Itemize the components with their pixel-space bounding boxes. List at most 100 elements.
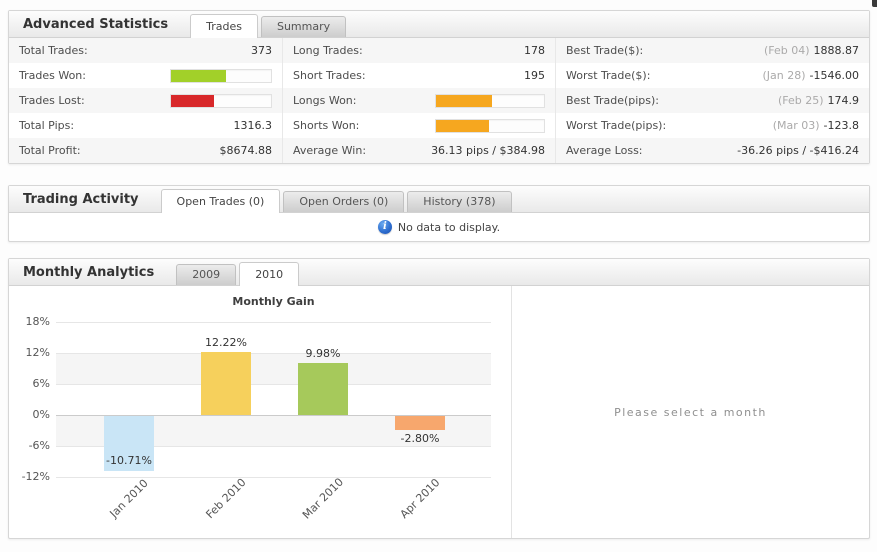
bar-value-label: 9.98%	[305, 347, 341, 361]
info-icon: i	[377, 220, 392, 234]
x-axis-tick-label: Feb 2010	[203, 475, 249, 522]
empty-state-message: No data to display.	[397, 220, 501, 234]
gridline	[56, 353, 491, 354]
stat-date: (Mar 03)	[772, 119, 820, 132]
progress-bar-fill	[436, 94, 493, 107]
stat-label: Average Loss:	[566, 144, 643, 157]
gridline	[56, 384, 491, 385]
stat-number: 195	[524, 69, 545, 82]
stat-row-trades-won: Trades Won:	[9, 63, 282, 88]
stats-tab-trades[interactable]: Trades	[190, 14, 258, 38]
stat-date: (Feb 04)	[763, 44, 810, 57]
stat-label: Short Trades:	[293, 69, 366, 82]
stat-label: Longs Won:	[293, 94, 357, 107]
select-month-message: Please select a month	[614, 405, 767, 419]
stat-date: (Jan 28)	[762, 69, 806, 82]
stat-label: Total Profit:	[19, 144, 81, 157]
y-axis-tick-label: 6%	[32, 377, 50, 390]
stat-value: $8674.88	[220, 144, 273, 157]
year-tab-2010[interactable]: 2010	[239, 262, 300, 286]
stat-value: -36.26 pips / -$416.24	[737, 144, 859, 157]
stat-label: Best Trade(pips):	[566, 94, 660, 107]
progress-bar-track	[170, 68, 272, 83]
stat-row-total-pips: Total Pips: 1316.3	[9, 113, 282, 138]
advanced-statistics-header: Advanced Statistics Trades Summary	[9, 11, 869, 38]
stat-number: -123.8	[823, 119, 859, 132]
empty-state-row: i No data to display.	[9, 213, 869, 241]
stat-number: 174.9	[827, 94, 860, 107]
statistics-grid: Total Trades: 373 Trades Won: Trades Lost: T…	[9, 38, 869, 163]
stat-number: 36.13 pips / $384.98	[431, 144, 545, 157]
stat-number: $8674.88	[219, 144, 273, 157]
trading-stats-page: { "advanced_statistics": { "title": "Adv…	[0, 0, 877, 552]
monthly-analytics-section: Monthly Analytics 2009 2010 Monthly Gain …	[8, 258, 870, 539]
stats-column-1: Long Trades: 178 Short Trades: 195 Longs Won…	[282, 38, 555, 163]
activity-tab-open-orders-0[interactable]: Open Orders (0)	[283, 191, 405, 212]
month-detail-panel: Please select a month	[511, 286, 869, 538]
stat-row-trades-lost: Trades Lost:	[9, 88, 282, 113]
x-axis-tick-label: Apr 2010	[397, 476, 443, 521]
stat-value: 36.13 pips / $384.98	[431, 144, 545, 157]
stat-row-shorts-won: Shorts Won:	[283, 113, 555, 138]
advanced-statistics-section: Advanced Statistics Trades Summary Total …	[8, 10, 870, 164]
stats-column-0: Total Trades: 373 Trades Won: Trades Lost: T…	[9, 38, 282, 163]
stat-label: Best Trade($):	[566, 44, 644, 57]
stat-number: 373	[251, 44, 272, 57]
stat-label: Trades Lost:	[19, 94, 85, 107]
activity-tab-open-trades-0[interactable]: Open Trades (0)	[160, 189, 281, 213]
stat-value: (Feb 04) 1888.87	[764, 44, 859, 57]
stats-column-2: Best Trade($): (Feb 04) 1888.87 Worst Trade…	[555, 38, 869, 163]
progress-bar-fill	[171, 69, 226, 82]
stat-value: 178	[524, 44, 545, 57]
stat-row-average-win: Average Win: 36.13 pips / $384.98	[283, 138, 555, 163]
chart-title: Monthly Gain	[232, 295, 315, 308]
stat-row-long-trades: Long Trades: 178	[283, 38, 555, 63]
stat-label: Total Trades:	[19, 44, 88, 57]
chart-bar-apr-2010[interactable]	[395, 416, 445, 431]
activity-tab-history-378[interactable]: History (378)	[407, 191, 512, 212]
stat-row-worst-trade: Worst Trade($): (Jan 28) -1546.00	[556, 63, 869, 88]
stat-date: (Feb 25)	[777, 94, 824, 107]
stat-label: Long Trades:	[293, 44, 363, 57]
monthly-analytics-content: Monthly Gain 18% 12% 6% 0% -6% -12% -10.71% Jan…	[9, 286, 869, 538]
y-axis-tick-label: 0%	[32, 408, 50, 421]
stat-number: 1888.87	[813, 44, 860, 57]
stat-row-total-profit: Total Profit: $8674.88	[9, 138, 282, 163]
stat-label: Worst Trade($):	[566, 69, 651, 82]
y-axis-tick-label: -12%	[21, 470, 50, 483]
monthly-gain-chart: Monthly Gain 18% 12% 6% 0% -6% -12% -10.71% Jan…	[9, 286, 511, 538]
stat-number: 178	[524, 44, 545, 57]
year-tab-2009[interactable]: 2009	[176, 264, 237, 285]
stat-label: Trades Won:	[19, 69, 86, 82]
progress-bar-track	[170, 93, 272, 108]
progress-bar-fill	[171, 94, 214, 107]
stat-label: Worst Trade(pips):	[566, 119, 667, 132]
bar-value-label: -2.80%	[400, 432, 440, 446]
stat-label: Average Win:	[293, 144, 367, 157]
stat-row-best-trade: Best Trade($): (Feb 04) 1888.87	[556, 38, 869, 63]
stats-tab-summary[interactable]: Summary	[260, 16, 347, 37]
advanced-statistics-tabs: Trades Summary	[190, 11, 347, 38]
y-axis-tick-label: 12%	[25, 346, 50, 359]
trading-activity-section: Trading Activity Open Trades (0) Open Ord…	[8, 185, 870, 242]
y-axis-tick-label: -6%	[28, 439, 50, 452]
progress-bar-fill	[436, 119, 489, 132]
screen-edge-artifact	[872, 0, 877, 7]
chart-bar-feb-2010[interactable]	[201, 351, 251, 415]
monthly-analytics-tabs: 2009 2010	[176, 259, 300, 286]
stat-value: (Mar 03) -123.8	[773, 119, 859, 132]
bar-value-label: 12.22%	[205, 335, 247, 349]
chart-band	[56, 353, 491, 384]
monthly-analytics-title: Monthly Analytics	[23, 264, 155, 280]
stat-value: 195	[524, 69, 545, 82]
progress-bar-track	[435, 118, 545, 133]
stat-value: (Feb 25) 174.9	[778, 94, 859, 107]
progress-bar-track	[435, 93, 545, 108]
chart-bar-mar-2010[interactable]	[298, 363, 348, 415]
stat-row-short-trades: Short Trades: 195	[283, 63, 555, 88]
stat-row-total-trades: Total Trades: 373	[9, 38, 282, 63]
gridline	[56, 322, 491, 323]
stat-row-longs-won: Longs Won:	[283, 88, 555, 113]
stat-row-average-loss: Average Loss: -36.26 pips / -$416.24	[556, 138, 869, 163]
stat-value: (Jan 28) -1546.00	[762, 69, 859, 82]
